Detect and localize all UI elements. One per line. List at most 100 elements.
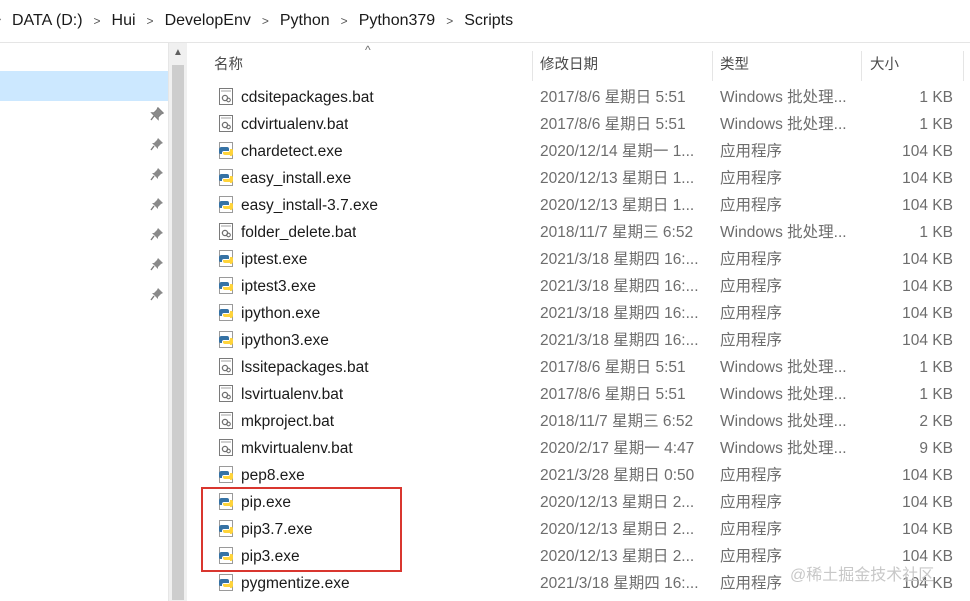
file-date: 2018/11/7 星期三 6:52: [540, 413, 694, 430]
file-name: cdsitepackages.bat: [241, 89, 374, 106]
file-type: Windows 批处理...: [720, 224, 847, 241]
column-header-type[interactable]: 类型: [720, 51, 749, 81]
file-date: 2021/3/18 星期四 16:...: [540, 575, 699, 592]
file-name: iptest.exe: [241, 251, 308, 268]
breadcrumb-item-developenv[interactable]: DevelopEnv: [165, 12, 251, 30]
file-size: 104 KB: [902, 278, 953, 295]
scroll-thumb[interactable]: [172, 65, 184, 600]
batch-file-icon: [217, 385, 235, 403]
file-row[interactable]: easy_install-3.7.exe 2020/12/13 星期日 1... 应…: [187, 192, 970, 219]
pin-icon[interactable]: [150, 197, 164, 211]
nav-selected-item[interactable]: [0, 71, 168, 101]
breadcrumb-item-python379[interactable]: Python379: [359, 12, 436, 30]
file-row[interactable]: mkproject.bat 2018/11/7 星期三 6:52 Windows 批…: [187, 408, 970, 435]
python-exe-icon: [217, 466, 235, 484]
file-type: 应用程序: [720, 251, 783, 268]
file-size: 104 KB: [902, 170, 953, 187]
column-divider[interactable]: [712, 51, 713, 81]
address-bar[interactable]: › DATA (D:) > Hui > DevelopEnv > Python …: [0, 0, 970, 43]
breadcrumb-chevron-icon[interactable]: >: [446, 14, 453, 28]
file-size: 104 KB: [902, 143, 953, 160]
file-date: 2020/12/13 星期日 2...: [540, 494, 695, 511]
file-size: 1 KB: [919, 386, 953, 403]
pin-icon[interactable]: [150, 107, 164, 121]
file-name: folder_delete.bat: [241, 224, 357, 241]
python-exe-icon: [217, 331, 235, 349]
column-divider[interactable]: [963, 51, 964, 81]
breadcrumb-chevron-icon[interactable]: >: [147, 14, 154, 28]
breadcrumb-item-scripts[interactable]: Scripts: [464, 12, 513, 30]
file-row[interactable]: pep8.exe 2021/3/28 星期日 0:50 应用程序 104 KB: [187, 462, 970, 489]
breadcrumb-chevron-icon[interactable]: >: [94, 14, 101, 28]
column-header-size[interactable]: 大小: [870, 51, 899, 81]
breadcrumb-chevron-icon[interactable]: >: [262, 14, 269, 28]
file-row[interactable]: lsvirtualenv.bat 2017/8/6 星期日 5:51 Windows…: [187, 381, 970, 408]
file-date: 2017/8/6 星期日 5:51: [540, 116, 686, 133]
file-date: 2018/11/7 星期三 6:52: [540, 224, 694, 241]
file-name: easy_install.exe: [241, 170, 352, 187]
breadcrumb-item-hui[interactable]: Hui: [112, 12, 136, 30]
highlight-box: [201, 487, 402, 572]
navigation-pane: [0, 43, 168, 601]
python-exe-icon: [217, 277, 235, 295]
file-row[interactable]: ipython.exe 2021/3/18 星期四 16:... 应用程序 104 K…: [187, 300, 970, 327]
column-header-date[interactable]: 修改日期: [540, 51, 598, 81]
file-size: 1 KB: [919, 116, 953, 133]
breadcrumb-item-python[interactable]: Python: [280, 12, 330, 30]
file-type: 应用程序: [720, 170, 783, 187]
file-date: 2017/8/6 星期日 5:51: [540, 359, 686, 376]
column-divider[interactable]: [532, 51, 533, 81]
breadcrumb-overflow-chevron-icon[interactable]: ›: [0, 11, 1, 26]
file-date: 2020/12/14 星期一 1...: [540, 143, 695, 160]
file-type: Windows 批处理...: [720, 440, 847, 457]
file-date: 2020/12/13 星期日 1...: [540, 197, 695, 214]
batch-file-icon: [217, 115, 235, 133]
file-name: ipython.exe: [241, 305, 321, 322]
file-date: 2021/3/18 星期四 16:...: [540, 278, 699, 295]
pin-icon[interactable]: [150, 257, 164, 271]
file-type: Windows 批处理...: [720, 386, 847, 403]
file-date: 2020/12/13 星期日 2...: [540, 521, 695, 538]
pin-icon[interactable]: [150, 287, 164, 301]
pin-icon[interactable]: [150, 137, 164, 151]
scroll-up-arrow-icon[interactable]: ▲: [169, 45, 187, 61]
breadcrumb-item-drive[interactable]: DATA (D:): [12, 12, 83, 30]
breadcrumb: DATA (D:) > Hui > DevelopEnv > Python > …: [12, 0, 513, 42]
file-row[interactable]: ipython3.exe 2021/3/18 星期四 16:... 应用程序 104 …: [187, 327, 970, 354]
file-name: easy_install-3.7.exe: [241, 197, 378, 214]
file-date: 2020/12/13 星期日 1...: [540, 170, 695, 187]
file-type: Windows 批处理...: [720, 359, 847, 376]
file-date: 2017/8/6 星期日 5:51: [540, 386, 686, 403]
file-row[interactable]: cdsitepackages.bat 2017/8/6 星期日 5:51 Windo…: [187, 84, 970, 111]
file-row[interactable]: iptest.exe 2021/3/18 星期四 16:... 应用程序 104 KB: [187, 246, 970, 273]
file-row[interactable]: cdvirtualenv.bat 2017/8/6 星期日 5:51 Windows…: [187, 111, 970, 138]
batch-file-icon: [217, 88, 235, 106]
python-exe-icon: [217, 304, 235, 322]
file-row[interactable]: iptest3.exe 2021/3/18 星期四 16:... 应用程序 104 K…: [187, 273, 970, 300]
breadcrumb-chevron-icon[interactable]: >: [341, 14, 348, 28]
batch-file-icon: [217, 223, 235, 241]
file-size: 104 KB: [902, 251, 953, 268]
file-type: 应用程序: [720, 143, 783, 160]
file-name: pygmentize.exe: [241, 575, 350, 592]
file-row[interactable]: folder_delete.bat 2018/11/7 星期三 6:52 Windo…: [187, 219, 970, 246]
file-name: iptest3.exe: [241, 278, 316, 295]
file-date: 2020/12/13 星期日 2...: [540, 548, 695, 565]
file-size: 104 KB: [902, 521, 953, 538]
file-row[interactable]: chardetect.exe 2020/12/14 星期一 1... 应用程序 104…: [187, 138, 970, 165]
file-size: 104 KB: [902, 197, 953, 214]
column-header-name[interactable]: 名称: [214, 51, 243, 81]
pin-icon[interactable]: [150, 167, 164, 181]
file-type: 应用程序: [720, 467, 783, 484]
file-name: cdvirtualenv.bat: [241, 116, 349, 133]
file-row[interactable]: mkvirtualenv.bat 2020/2/17 星期一 4:47 Window…: [187, 435, 970, 462]
nav-scrollbar[interactable]: ▲: [168, 43, 187, 601]
batch-file-icon: [217, 358, 235, 376]
pin-icon[interactable]: [150, 227, 164, 241]
column-divider[interactable]: [861, 51, 862, 81]
file-row[interactable]: lssitepackages.bat 2017/8/6 星期日 5:51 Windo…: [187, 354, 970, 381]
file-name: mkvirtualenv.bat: [241, 440, 353, 457]
file-date: 2020/2/17 星期一 4:47: [540, 440, 695, 457]
python-exe-icon: [217, 196, 235, 214]
file-row[interactable]: easy_install.exe 2020/12/13 星期日 1... 应用程序 1…: [187, 165, 970, 192]
